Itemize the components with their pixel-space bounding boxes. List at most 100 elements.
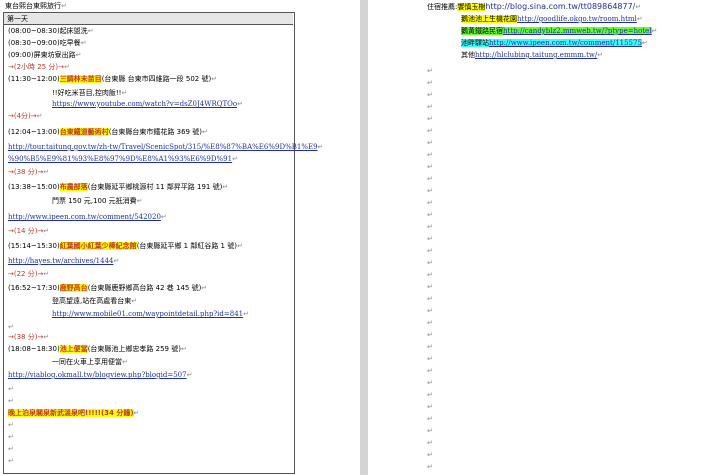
- reference-link[interactable]: %90%B5%E9%81%93%E8%97%9D%E8%A1%93%E6%9D%…: [8, 155, 232, 163]
- paragraph-mark-icon: ↵: [80, 39, 87, 47]
- empty-paragraph: ↵: [427, 354, 433, 364]
- paragraph-mark-icon: ↵: [61, 2, 67, 10]
- stay-name: 池畔驛站: [461, 39, 489, 47]
- paragraph-mark-icon: ↵: [427, 463, 433, 471]
- schedule-line: (08:30~09:00)吃早餐↵: [8, 38, 87, 48]
- paragraph-mark-icon: ↵: [8, 433, 14, 441]
- empty-paragraph: ↵: [427, 378, 433, 388]
- paragraph-mark-icon: ↵: [427, 319, 433, 327]
- paragraph-mark-icon: ↵: [180, 345, 187, 353]
- paragraph-mark-icon: ↵: [427, 259, 433, 267]
- empty-paragraph: ↵: [427, 306, 433, 316]
- paragraph-mark-icon: ↵: [427, 139, 433, 147]
- schedule-line: (11:30~12:00)三調林未苗目(台東縣 台東市四維路一段 502 號)↵: [8, 74, 217, 84]
- paragraph-mark-icon: ↵: [8, 385, 14, 393]
- time-range: (09:00): [8, 51, 34, 59]
- time-range: (08:00~08:30): [8, 27, 60, 35]
- schedule-line: (09:00)屏東坊寮出路↵: [8, 50, 82, 60]
- line-text: (台東縣延平鄉 1 鄰紅谷路 1 號): [136, 242, 237, 250]
- paragraph-mark-icon: ↵: [427, 91, 433, 99]
- paragraph-mark-icon: ↵: [427, 103, 433, 111]
- paragraph-mark-icon: ↵: [427, 427, 433, 435]
- paragraph-mark-icon: ↵: [427, 79, 433, 87]
- reference-link[interactable]: http://viablog.okmall.tw/blogview.php?bl…: [8, 371, 187, 379]
- paragraph-mark-icon: ↵: [427, 127, 433, 135]
- paragraph-mark-icon: ↵: [236, 242, 243, 250]
- paragraph-mark-icon: ↵: [427, 283, 433, 291]
- empty-paragraph: ↵: [427, 150, 433, 160]
- empty-paragraph: ↵: [427, 186, 433, 196]
- paragraph-mark-icon: ↵: [222, 183, 229, 191]
- paragraph-mark-icon: ↵: [427, 151, 433, 159]
- paragraph-mark-icon: ↵: [427, 331, 433, 339]
- paragraph-mark-icon: ↵: [122, 358, 128, 366]
- schedule-line: http://www.ipeen.com.tw/comment/542020↵: [8, 212, 167, 222]
- stay-name: 鵝池池上生機花園: [461, 15, 517, 23]
- line-text: 吃早餐: [59, 39, 81, 47]
- paragraph-mark-icon: ↵: [427, 403, 433, 411]
- schedule-line: 登高望遠,站在高處看台東↵: [52, 296, 137, 306]
- empty-paragraph: ↵: [427, 450, 433, 460]
- stay-link[interactable]: http://blog.sina.com.tw/tt089864877/: [485, 2, 635, 11]
- reference-link[interactable]: http://www.ipeen.com.tw/comment/542020: [8, 213, 161, 221]
- schedule-line: ↵: [8, 322, 14, 332]
- empty-paragraph: ↵: [427, 126, 433, 136]
- line-text: 屏東坊寮出路: [33, 51, 76, 59]
- empty-paragraph: ↵: [427, 414, 433, 424]
- paragraph-mark-icon: ↵: [427, 307, 433, 315]
- paragraph-mark-icon: ↵: [427, 175, 433, 183]
- stay-item: 住宿推薦:饗慎玉樹http://blog.sina.com.tw/tt08986…: [427, 2, 641, 12]
- empty-paragraph: ↵: [8, 444, 14, 454]
- paragraph-mark-icon: ↵: [131, 297, 138, 305]
- travel-time-note: →(38 分)→: [8, 333, 44, 341]
- reference-link[interactable]: https://www.youtube.com/watch?v=dsZ0J4WR…: [52, 100, 237, 108]
- paragraph-mark-icon: ↵: [427, 355, 433, 363]
- time-range: (13:38~15:00): [8, 183, 60, 191]
- reference-link[interactable]: http://hayes.tw/archives/1444: [8, 257, 114, 265]
- reference-link[interactable]: http://www.mobile01.com/waypointdetail.p…: [52, 310, 243, 318]
- document-page-left: 東台熙台東熙旅行↵ 第一天 (08:00~08:30)起床盥洗↵ (08:30~0…: [0, 0, 360, 475]
- empty-paragraph: ↵: [427, 90, 433, 100]
- poi-name: 池上便當: [59, 345, 88, 353]
- paragraph-mark-icon: ↵: [201, 128, 208, 136]
- paragraph-mark-icon: ↵: [427, 223, 433, 231]
- empty-paragraph: ↵: [8, 432, 14, 442]
- travel-time-note: →(4分)→: [8, 112, 37, 120]
- stay-link[interactable]: http://goodlife.okgo.tw/room.html: [517, 15, 637, 23]
- schedule-line: ↵: [8, 384, 14, 394]
- line-text: (台東縣延平鄉桃源村 11 鄰昇平路 191 號): [87, 183, 223, 191]
- paragraph-mark-icon: ↵: [427, 163, 433, 171]
- schedule-line: http://hayes.tw/archives/1444↵: [8, 256, 119, 266]
- empty-paragraph: ↵: [8, 420, 14, 430]
- paragraph-mark-icon: ↵: [8, 421, 14, 429]
- schedule-line: http://tour.taitung.gov.tw/zh-tw/Travel/…: [8, 142, 323, 152]
- paragraph-mark-icon: ↵: [641, 39, 648, 47]
- time-range: (12:04~13:00): [8, 128, 60, 136]
- empty-paragraph: ↵: [427, 318, 433, 328]
- schedule-line: →(2小時 25 分)→↵: [8, 62, 70, 72]
- paragraph-mark-icon: ↵: [597, 51, 604, 59]
- stay-item: 其他http://hlclubing.taitung.emmm.tw/↵: [461, 50, 603, 60]
- line-text: 一同在火車上享用便當: [52, 358, 122, 366]
- paragraph-mark-icon: ↵: [427, 247, 433, 255]
- schedule-line: →(22 分)→↵: [8, 269, 49, 279]
- paragraph-mark-icon: ↵: [8, 323, 14, 331]
- title-text: 東台熙台東熙旅行: [5, 2, 61, 10]
- stay-link[interactable]: http://candyblz2.mmweb.tw/?ptype=hotel: [503, 27, 652, 35]
- time-range: (11:30~12:00): [8, 75, 60, 83]
- stay-link[interactable]: http://www.ipeen.com.tw/comment/115575: [489, 39, 642, 47]
- line-text: 起床盥洗: [59, 27, 88, 35]
- stay-item: 鵝黃鐵路民宿http://candyblz2.mmweb.tw/?ptype=h…: [461, 26, 657, 36]
- paragraph-mark-icon: ↵: [635, 3, 642, 11]
- stay-link[interactable]: http://hlclubing.taitung.emmm.tw/: [475, 51, 597, 59]
- empty-paragraph: ↵: [427, 174, 433, 184]
- paragraph-mark-icon: ↵: [8, 397, 14, 405]
- paragraph-mark-icon: ↵: [427, 67, 433, 75]
- reference-link[interactable]: http://tour.taitung.gov.tw/zh-tw/Travel/…: [8, 143, 318, 151]
- empty-paragraph: ↵: [427, 330, 433, 340]
- empty-paragraph: ↵: [427, 138, 433, 148]
- empty-paragraph: ↵: [427, 366, 433, 376]
- schedule-line: →(38 分)→↵: [8, 167, 49, 177]
- schedule-line: (13:38~15:00)布農部落(台東縣延平鄉桃源村 11 鄰昇平路 191 …: [8, 182, 228, 192]
- empty-paragraph: ↵: [427, 438, 433, 448]
